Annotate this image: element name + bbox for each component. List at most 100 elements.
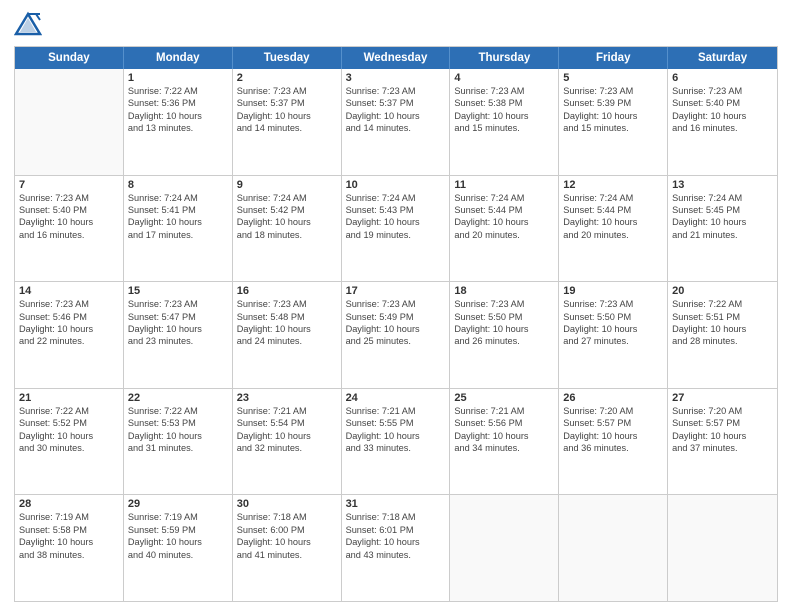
day-number: 21	[19, 392, 119, 404]
cal-cell: 26Sunrise: 7:20 AMSunset: 5:57 PMDayligh…	[559, 389, 668, 495]
day-number: 22	[128, 392, 228, 404]
cal-cell: 2Sunrise: 7:23 AMSunset: 5:37 PMDaylight…	[233, 69, 342, 175]
daylight-line-1: Daylight: 10 hours	[346, 323, 446, 335]
day-number: 3	[346, 72, 446, 84]
daylight-line-2: and 22 minutes.	[19, 335, 119, 347]
daylight-line-2: and 20 minutes.	[454, 229, 554, 241]
cal-header-monday: Monday	[124, 47, 233, 69]
sunset-line: Sunset: 5:46 PM	[19, 311, 119, 323]
day-number: 16	[237, 285, 337, 297]
cal-cell: 6Sunrise: 7:23 AMSunset: 5:40 PMDaylight…	[668, 69, 777, 175]
daylight-line-2: and 34 minutes.	[454, 442, 554, 454]
cal-cell	[450, 495, 559, 601]
cal-cell: 9Sunrise: 7:24 AMSunset: 5:42 PMDaylight…	[233, 176, 342, 282]
sunset-line: Sunset: 5:56 PM	[454, 417, 554, 429]
day-number: 18	[454, 285, 554, 297]
daylight-line-2: and 25 minutes.	[346, 335, 446, 347]
cal-cell: 25Sunrise: 7:21 AMSunset: 5:56 PMDayligh…	[450, 389, 559, 495]
cal-cell	[559, 495, 668, 601]
sunset-line: Sunset: 5:39 PM	[563, 97, 663, 109]
day-number: 5	[563, 72, 663, 84]
sunset-line: Sunset: 5:53 PM	[128, 417, 228, 429]
day-number: 25	[454, 392, 554, 404]
daylight-line-1: Daylight: 10 hours	[128, 216, 228, 228]
sunset-line: Sunset: 5:47 PM	[128, 311, 228, 323]
sunrise-line: Sunrise: 7:24 AM	[563, 192, 663, 204]
daylight-line-1: Daylight: 10 hours	[237, 216, 337, 228]
daylight-line-2: and 13 minutes.	[128, 122, 228, 134]
sunset-line: Sunset: 5:36 PM	[128, 97, 228, 109]
sunset-line: Sunset: 5:59 PM	[128, 524, 228, 536]
cal-week-3: 14Sunrise: 7:23 AMSunset: 5:46 PMDayligh…	[15, 281, 777, 388]
calendar-body: 1Sunrise: 7:22 AMSunset: 5:36 PMDaylight…	[15, 69, 777, 601]
cal-cell: 3Sunrise: 7:23 AMSunset: 5:37 PMDaylight…	[342, 69, 451, 175]
sunset-line: Sunset: 5:43 PM	[346, 204, 446, 216]
daylight-line-2: and 16 minutes.	[672, 122, 773, 134]
daylight-line-2: and 28 minutes.	[672, 335, 773, 347]
daylight-line-2: and 36 minutes.	[563, 442, 663, 454]
sunrise-line: Sunrise: 7:23 AM	[346, 85, 446, 97]
cal-cell: 8Sunrise: 7:24 AMSunset: 5:41 PMDaylight…	[124, 176, 233, 282]
daylight-line-1: Daylight: 10 hours	[128, 110, 228, 122]
daylight-line-2: and 41 minutes.	[237, 549, 337, 561]
daylight-line-1: Daylight: 10 hours	[237, 323, 337, 335]
daylight-line-1: Daylight: 10 hours	[19, 323, 119, 335]
daylight-line-2: and 15 minutes.	[454, 122, 554, 134]
sunrise-line: Sunrise: 7:23 AM	[237, 85, 337, 97]
cal-cell: 7Sunrise: 7:23 AMSunset: 5:40 PMDaylight…	[15, 176, 124, 282]
daylight-line-1: Daylight: 10 hours	[128, 536, 228, 548]
sunrise-line: Sunrise: 7:20 AM	[672, 405, 773, 417]
daylight-line-2: and 37 minutes.	[672, 442, 773, 454]
day-number: 2	[237, 72, 337, 84]
cal-cell: 13Sunrise: 7:24 AMSunset: 5:45 PMDayligh…	[668, 176, 777, 282]
daylight-line-2: and 24 minutes.	[237, 335, 337, 347]
day-number: 28	[19, 498, 119, 510]
sunrise-line: Sunrise: 7:23 AM	[128, 298, 228, 310]
daylight-line-1: Daylight: 10 hours	[346, 110, 446, 122]
cal-cell: 22Sunrise: 7:22 AMSunset: 5:53 PMDayligh…	[124, 389, 233, 495]
day-number: 31	[346, 498, 446, 510]
sunset-line: Sunset: 5:44 PM	[563, 204, 663, 216]
cal-header-tuesday: Tuesday	[233, 47, 342, 69]
cal-header-wednesday: Wednesday	[342, 47, 451, 69]
logo	[14, 10, 46, 38]
daylight-line-1: Daylight: 10 hours	[454, 430, 554, 442]
cal-cell: 19Sunrise: 7:23 AMSunset: 5:50 PMDayligh…	[559, 282, 668, 388]
sunset-line: Sunset: 5:57 PM	[563, 417, 663, 429]
day-number: 1	[128, 72, 228, 84]
sunrise-line: Sunrise: 7:23 AM	[454, 85, 554, 97]
daylight-line-2: and 17 minutes.	[128, 229, 228, 241]
daylight-line-2: and 18 minutes.	[237, 229, 337, 241]
day-number: 15	[128, 285, 228, 297]
daylight-line-2: and 16 minutes.	[19, 229, 119, 241]
day-number: 11	[454, 179, 554, 191]
sunset-line: Sunset: 5:58 PM	[19, 524, 119, 536]
cal-cell: 21Sunrise: 7:22 AMSunset: 5:52 PMDayligh…	[15, 389, 124, 495]
daylight-line-2: and 20 minutes.	[563, 229, 663, 241]
daylight-line-1: Daylight: 10 hours	[672, 110, 773, 122]
daylight-line-1: Daylight: 10 hours	[563, 323, 663, 335]
cal-cell: 30Sunrise: 7:18 AMSunset: 6:00 PMDayligh…	[233, 495, 342, 601]
daylight-line-2: and 30 minutes.	[19, 442, 119, 454]
sunset-line: Sunset: 5:57 PM	[672, 417, 773, 429]
daylight-line-1: Daylight: 10 hours	[346, 216, 446, 228]
sunrise-line: Sunrise: 7:23 AM	[672, 85, 773, 97]
sunset-line: Sunset: 5:55 PM	[346, 417, 446, 429]
page: SundayMondayTuesdayWednesdayThursdayFrid…	[0, 0, 792, 612]
daylight-line-1: Daylight: 10 hours	[128, 430, 228, 442]
day-number: 12	[563, 179, 663, 191]
sunrise-line: Sunrise: 7:22 AM	[19, 405, 119, 417]
cal-cell	[15, 69, 124, 175]
day-number: 4	[454, 72, 554, 84]
cal-cell: 27Sunrise: 7:20 AMSunset: 5:57 PMDayligh…	[668, 389, 777, 495]
sunset-line: Sunset: 5:49 PM	[346, 311, 446, 323]
cal-cell: 14Sunrise: 7:23 AMSunset: 5:46 PMDayligh…	[15, 282, 124, 388]
sunset-line: Sunset: 5:37 PM	[237, 97, 337, 109]
daylight-line-1: Daylight: 10 hours	[563, 430, 663, 442]
day-number: 24	[346, 392, 446, 404]
daylight-line-1: Daylight: 10 hours	[19, 216, 119, 228]
sunrise-line: Sunrise: 7:23 AM	[19, 192, 119, 204]
day-number: 17	[346, 285, 446, 297]
cal-cell: 24Sunrise: 7:21 AMSunset: 5:55 PMDayligh…	[342, 389, 451, 495]
cal-cell: 1Sunrise: 7:22 AMSunset: 5:36 PMDaylight…	[124, 69, 233, 175]
